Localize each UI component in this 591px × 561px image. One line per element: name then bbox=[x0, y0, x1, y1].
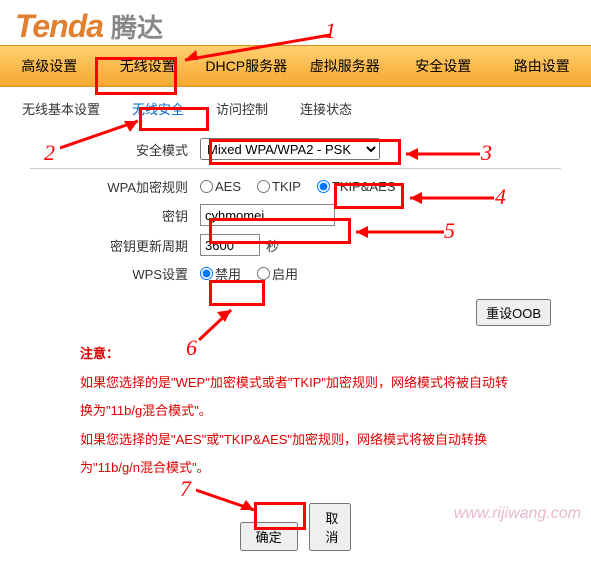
label-security-mode: 安全模式 bbox=[10, 140, 200, 159]
radio-aes[interactable] bbox=[200, 180, 213, 193]
label-key: 密钥 bbox=[10, 206, 200, 225]
radio-tkip[interactable] bbox=[257, 180, 270, 193]
annotation-num-1: 1 bbox=[325, 18, 336, 44]
radio-wps-enable-wrap[interactable]: 启用 bbox=[257, 264, 298, 283]
radio-wps-disable-wrap[interactable]: 禁用 bbox=[200, 264, 241, 283]
notice-p2: 如果您选择的是"AES"或"TKIP&AES"加密规则，网络模式将被自动转换为"… bbox=[80, 426, 511, 483]
select-security-mode[interactable]: Mixed WPA/WPA2 - PSK bbox=[200, 138, 380, 160]
radio-aes-wrap[interactable]: AES bbox=[200, 179, 241, 194]
form-area: 安全模式 Mixed WPA/WPA2 - PSK WPA加密规则 AES TK… bbox=[0, 138, 591, 330]
input-period[interactable] bbox=[200, 234, 260, 256]
annotation-num-7: 7 bbox=[180, 476, 191, 502]
annotation-num-2: 2 bbox=[44, 140, 55, 166]
notice-block: 注意： 如果您选择的是"WEP"加密模式或者"TKIP"加密规则，网络模式将被自… bbox=[0, 330, 591, 493]
annotation-num-6: 6 bbox=[186, 335, 197, 361]
subnav-wlsec[interactable]: 无线安全 bbox=[128, 97, 188, 120]
nav-virtual[interactable]: 虚拟服务器 bbox=[296, 46, 395, 86]
annotation-num-5: 5 bbox=[444, 218, 455, 244]
input-key[interactable] bbox=[200, 204, 335, 226]
reset-oob-button[interactable]: 重设OOB bbox=[476, 299, 551, 326]
watermark: www.rijiwang.com bbox=[454, 505, 581, 523]
subnav-access[interactable]: 访问控制 bbox=[212, 97, 272, 120]
notice-title: 注意： bbox=[80, 340, 511, 369]
nav-wireless[interactable]: 无线设置 bbox=[99, 46, 198, 86]
nav-dhcp[interactable]: DHCP服务器 bbox=[197, 46, 296, 86]
radio-tkipaes[interactable] bbox=[317, 180, 330, 193]
sub-nav: 无线基本设置 无线安全 访问控制 连接状态 bbox=[0, 87, 591, 130]
label-period: 密钥更新周期 bbox=[10, 236, 200, 255]
nav-routing[interactable]: 路由设置 bbox=[493, 46, 591, 86]
top-nav: 高级设置 无线设置 DHCP服务器 虚拟服务器 安全设置 路由设置 bbox=[0, 45, 591, 87]
annotation-num-4: 4 bbox=[495, 184, 506, 210]
nav-security[interactable]: 安全设置 bbox=[394, 46, 493, 86]
logo-cn: 腾达 bbox=[111, 8, 163, 45]
radio-tkipaes-wrap[interactable]: TKIP&AES bbox=[317, 179, 396, 194]
annotation-num-3: 3 bbox=[481, 140, 492, 166]
nav-advanced[interactable]: 高级设置 bbox=[0, 46, 99, 86]
label-wps: WPS设置 bbox=[10, 264, 200, 283]
radio-wps-disable[interactable] bbox=[200, 267, 213, 280]
subnav-status[interactable]: 连接状态 bbox=[296, 97, 356, 120]
bottom-buttons: 确定 取消 bbox=[0, 493, 591, 561]
cancel-button[interactable]: 取消 bbox=[309, 503, 351, 551]
radio-wps-enable[interactable] bbox=[257, 267, 270, 280]
label-wpa-rule: WPA加密规则 bbox=[10, 177, 200, 196]
ok-button[interactable]: 确定 bbox=[240, 522, 298, 551]
logo-text: Tenda bbox=[15, 8, 103, 45]
logo-bar: Tenda 腾达 bbox=[0, 0, 591, 45]
period-unit: 秒 bbox=[266, 236, 279, 255]
subnav-basic[interactable]: 无线基本设置 bbox=[18, 97, 104, 120]
radio-tkip-wrap[interactable]: TKIP bbox=[257, 179, 301, 194]
notice-p1: 如果您选择的是"WEP"加密模式或者"TKIP"加密规则，网络模式将被自动转换为… bbox=[80, 369, 511, 426]
